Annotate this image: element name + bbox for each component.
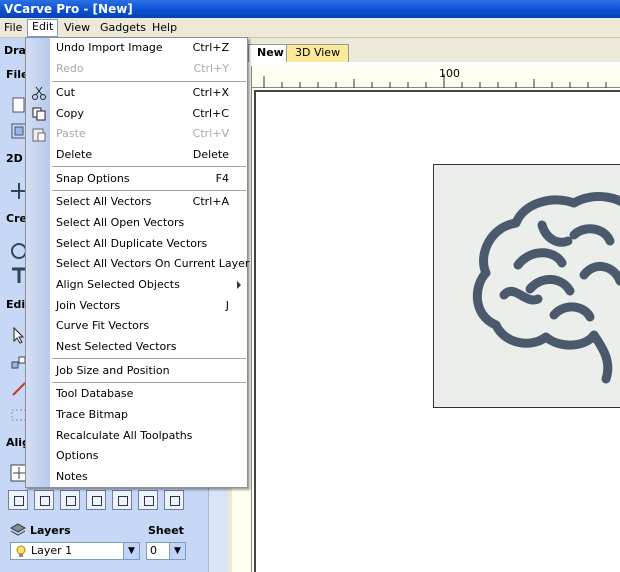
view-tabs: New 3D View (228, 38, 620, 62)
menu-item-undo[interactable]: Undo Import Image Ctrl+Z (26, 38, 247, 58)
view-header: 2D (6, 152, 23, 165)
menu-item-select-all-vectors[interactable]: Select All Vectors Ctrl+A (26, 192, 247, 212)
align-left-button[interactable] (8, 490, 28, 510)
menu-view[interactable]: View (60, 20, 94, 36)
menu-separator (52, 382, 246, 383)
layers-label: Layers (30, 524, 71, 537)
menu-item-curve-fit-vectors[interactable]: Curve Fit Vectors (26, 316, 247, 336)
horizontal-ruler: 100 (252, 66, 620, 88)
menu-item-align-selected-objects[interactable]: Align Selected Objects (26, 275, 247, 295)
menu-separator (52, 166, 246, 167)
layer-value: Layer 1 (31, 544, 73, 557)
menu-separator (52, 358, 246, 359)
paste-icon (32, 128, 46, 142)
menu-item-join-vectors[interactable]: Join Vectors J (26, 296, 247, 316)
menu-item-cut[interactable]: Cut Ctrl+X (26, 83, 247, 103)
menu-item-recalculate-toolpaths[interactable]: Recalculate All Toolpaths (26, 426, 247, 446)
copy-icon (32, 107, 46, 121)
align-left-edge-button[interactable] (34, 490, 54, 510)
menu-item-notes[interactable]: Notes (26, 467, 247, 487)
menu-item-select-all-current-layer[interactable]: Select All Vectors On Current Layer (26, 254, 249, 274)
sheet-label: Sheet (148, 524, 184, 537)
menu-separator (52, 81, 246, 82)
align-center-h-button[interactable] (60, 490, 80, 510)
menu-item-nest-selected-vectors[interactable]: Nest Selected Vectors (26, 337, 247, 357)
menu-item-trace-bitmap[interactable]: Trace Bitmap (26, 405, 247, 425)
scissors-icon (32, 86, 46, 100)
menu-item-options[interactable]: Options (26, 446, 247, 466)
tab-3d-view[interactable]: 3D View (286, 44, 350, 62)
menu-item-select-all-open-vectors[interactable]: Select All Open Vectors (26, 213, 247, 233)
menu-file[interactable]: File (0, 20, 26, 36)
imported-image[interactable] (433, 164, 620, 408)
lightbulb-icon (16, 545, 26, 557)
menu-bar: File Edit View Gadgets Help (0, 18, 620, 38)
menu-item-snap-options[interactable]: Snap Options F4 (26, 169, 247, 189)
menu-item-redo[interactable]: Redo Ctrl+Y (26, 59, 247, 79)
layer-select[interactable]: Layer 1 ▼ (10, 542, 140, 560)
title-bar: VCarve Pro - [New] (0, 0, 620, 18)
menu-item-tool-database[interactable]: Tool Database (26, 384, 247, 404)
brain-image (472, 192, 620, 384)
window-title: VCarve Pro - [New] (4, 2, 133, 16)
align-right-button[interactable] (164, 490, 184, 510)
align-top-button[interactable] (86, 490, 106, 510)
menu-item-delete[interactable]: Delete Delete (26, 145, 247, 165)
menu-edit[interactable]: Edit (27, 19, 59, 37)
menu-help[interactable]: Help (148, 20, 181, 36)
chevron-down-icon[interactable]: ▼ (123, 543, 139, 559)
ruler-mark-100: 100 (439, 67, 460, 80)
menu-item-copy[interactable]: Copy Ctrl+C (26, 104, 247, 124)
sheet-value: 0 (150, 544, 157, 557)
align-bottom-button[interactable] (112, 490, 132, 510)
edit-menu-dropdown: Undo Import Image Ctrl+Z Redo Ctrl+Y Cut… (25, 37, 249, 488)
chevron-down-icon[interactable]: ▼ (169, 543, 185, 559)
layers-icon (10, 523, 26, 536)
menu-separator (52, 190, 246, 191)
menu-item-job-size-position[interactable]: Job Size and Position (26, 361, 247, 381)
menu-item-paste[interactable]: Paste Ctrl+V (26, 124, 247, 144)
align-center-v-button[interactable] (138, 490, 158, 510)
menu-gadgets[interactable]: Gadgets (96, 20, 150, 36)
ruler-ticks (263, 74, 607, 88)
submenu-arrow-icon (237, 281, 241, 289)
menu-item-select-all-duplicate-vectors[interactable]: Select All Duplicate Vectors (26, 234, 247, 254)
sheet-select[interactable]: 0 ▼ (146, 542, 186, 560)
